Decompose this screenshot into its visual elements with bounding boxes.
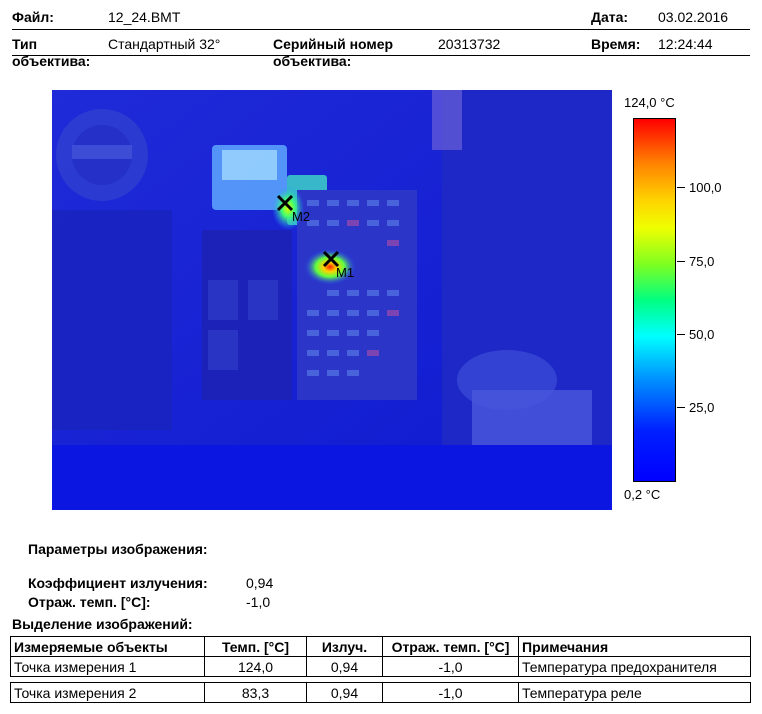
cell-refl-temp: -1,0 [382, 656, 519, 677]
selection-title: Выделение изображений: [12, 616, 193, 632]
scale-tick [677, 407, 685, 408]
time-label: Время: [591, 36, 641, 52]
cell-object: Точка измерения 1 [10, 656, 205, 677]
cell-object: Точка измерения 2 [10, 682, 205, 703]
scale-max-label: 124,0 °C [624, 95, 675, 110]
date-value: 03.02.2016 [658, 9, 729, 25]
params-title: Параметры изображения: [28, 541, 208, 557]
col-header-refl-temp: Отраж. темп. [°C] [382, 636, 519, 657]
file-value: 12_24.BMT [108, 9, 181, 25]
scale-tick-label: 100,0 [689, 180, 722, 195]
measurement-table: Измеряемые объекты Темп. [°C] Излуч. Отр… [10, 636, 751, 703]
file-label: Файл: [12, 9, 54, 25]
marker-m1-label: M1 [336, 265, 354, 280]
date-label: Дата: [591, 9, 629, 25]
thermal-image: M2 M1 [52, 90, 612, 510]
cell-notes: Температура предохранителя [518, 656, 751, 677]
marker-m2-label: M2 [292, 209, 310, 224]
scale-tick [677, 187, 685, 188]
cell-emissivity: 0,94 [306, 656, 383, 677]
table-row: Точка измерения 1 124,0 0,94 -1,0 Темпер… [10, 656, 751, 677]
cell-emissivity: 0,94 [306, 682, 383, 703]
cell-notes: Температура реле [518, 682, 751, 703]
scale-tick-label: 25,0 [689, 400, 715, 415]
cell-temp: 83,3 [204, 682, 307, 703]
refl-temp-label: Отраж. темп. [°C]: [28, 594, 151, 610]
scale-tick-label: 75,0 [689, 254, 715, 269]
cell-refl-temp: -1,0 [382, 682, 519, 703]
time-value: 12:24:44 [658, 36, 713, 52]
col-header-notes: Примечания [518, 636, 751, 657]
scale-tick [677, 334, 685, 335]
lens-serial-value: 20313732 [438, 36, 501, 52]
lens-serial-label-line1: Серийный номер [273, 36, 394, 52]
col-header-objects: Измеряемые объекты [10, 636, 205, 657]
cell-temp: 124,0 [204, 656, 307, 677]
scale-tick [677, 261, 685, 262]
thermal-image-canvas: M2 M1 [52, 90, 612, 510]
scale-min-label: 0,2 °C [624, 487, 661, 502]
col-header-emissivity: Излуч. [306, 636, 383, 657]
col-header-temp: Темп. [°C] [204, 636, 307, 657]
scale-tick-label: 50,0 [689, 327, 715, 342]
emissivity-value: 0,94 [246, 575, 274, 591]
lens-type-value: Стандартный 32° [108, 36, 221, 52]
table-header-row: Измеряемые объекты Темп. [°C] Излуч. Отр… [10, 636, 751, 657]
refl-temp-value: -1,0 [246, 594, 271, 610]
color-scale-bar [633, 118, 676, 482]
header-divider-bottom [12, 55, 750, 56]
lens-type-label-line1: Тип [12, 36, 38, 52]
emissivity-label: Коэффициент излучения: [28, 575, 208, 591]
table-row: Точка измерения 2 83,3 0,94 -1,0 Темпера… [10, 682, 751, 703]
header-divider-top [12, 29, 750, 30]
